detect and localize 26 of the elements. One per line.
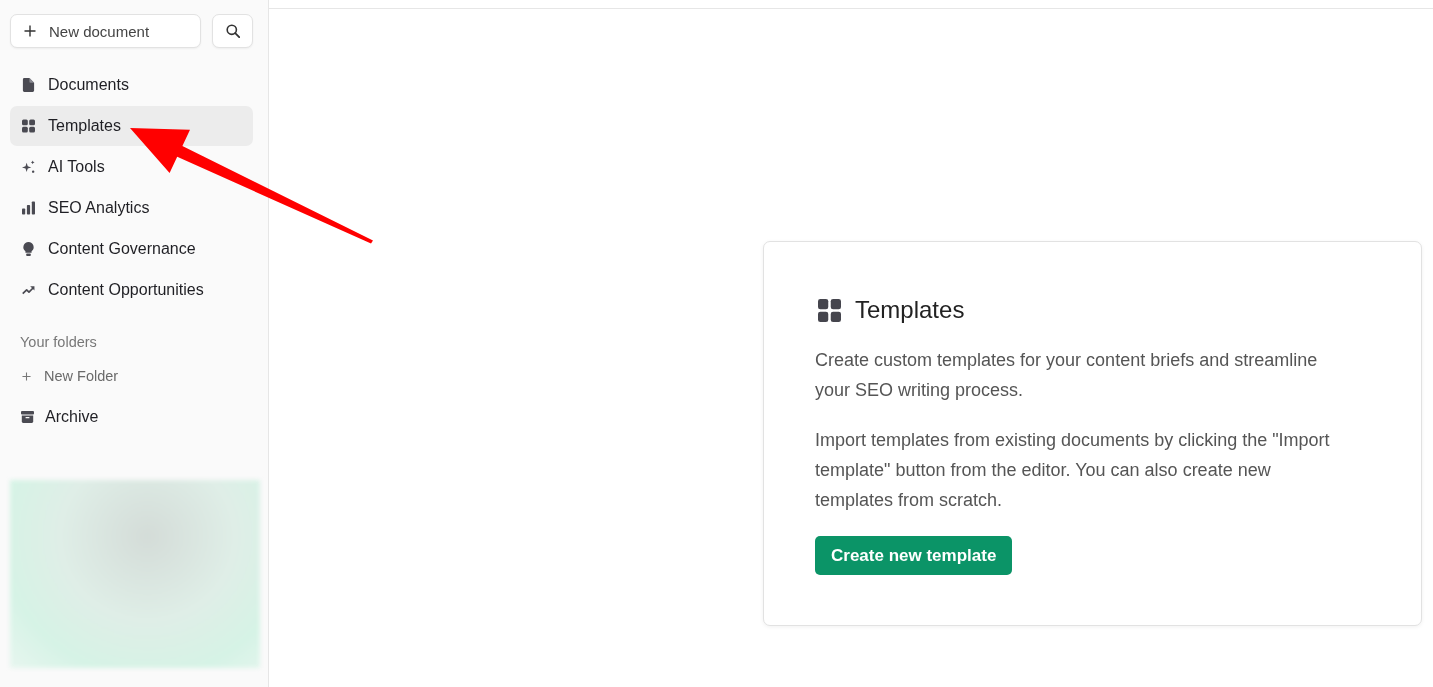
search-button[interactable] [212,14,253,48]
plus-icon [24,25,36,37]
new-document-button[interactable]: New document [10,14,202,48]
lightbulb-icon [22,242,35,256]
card-title: Templates [855,295,965,325]
bar-chart-icon [22,201,35,215]
create-template-button[interactable]: Create new template [815,536,1013,575]
grid-icon [818,298,841,322]
sparkle-icon [22,160,35,174]
nav-item[interactable]: SEO Analytics [10,188,253,228]
nav-item[interactable]: Templates [10,106,253,146]
card-paragraph: Create custom templates for your content briefs and streamline your SEO writing process. [815,349,1319,402]
new-folder-link[interactable]: New Folder [22,366,253,386]
nav-item[interactable]: Content Governance [10,229,253,269]
nav-item[interactable]: Documents [10,65,253,105]
nav-item[interactable]: AI Tools [10,147,253,187]
archive-box-icon [21,411,34,423]
grid-icon [22,119,35,133]
archive-item[interactable]: Archive [21,406,253,428]
nav-item[interactable]: Content Opportunities [10,270,253,310]
plus-icon [22,371,31,381]
document-icon [22,78,35,92]
trending-up-icon [22,283,35,297]
folders-heading: Your folders [20,333,98,351]
card-paragraph: Import templates from existing documents by clicking the "Import template" button from the editor. You can also create new templates from scratch. [815,429,1331,512]
search-icon [225,24,240,38]
